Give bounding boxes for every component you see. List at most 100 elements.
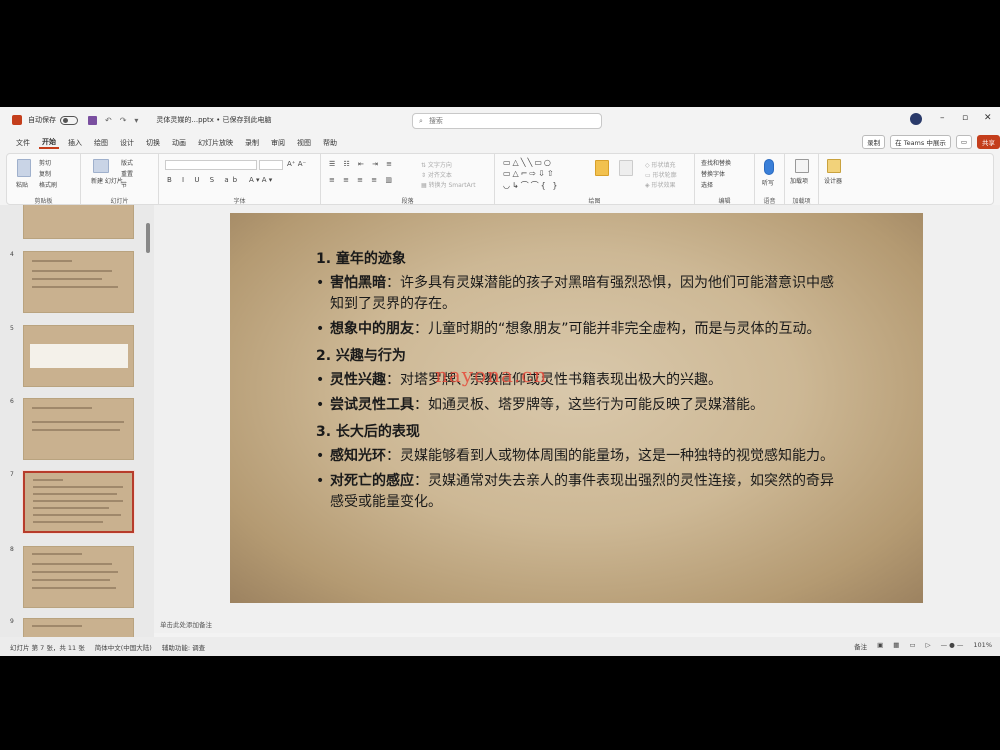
slide-thumbnail[interactable] <box>23 325 134 387</box>
avatar[interactable] <box>910 113 922 125</box>
font-name-dropdown[interactable] <box>165 160 257 170</box>
arrange-icon[interactable] <box>595 160 609 176</box>
designer-icon[interactable] <box>827 159 841 173</box>
bullet-item: 感知光环：灵媒能够看到人或物体周围的能量场，这是一种独特的视觉感知能力。 <box>316 446 836 467</box>
tab-file[interactable]: 文件 <box>13 138 33 148</box>
save-icon[interactable] <box>88 115 97 125</box>
thumbnails-scrollbar[interactable] <box>146 223 150 253</box>
record-button[interactable]: 录制 <box>862 135 886 149</box>
slide-text-box[interactable]: 1. 童年的迹象 害怕黑暗：许多具有灵媒潜能的孩子对黑暗有强烈恐惧，因为他们可能… <box>316 243 836 517</box>
current-slide[interactable]: 1. 童年的迹象 害怕黑暗：许多具有灵媒潜能的孩子对黑暗有强烈恐惧，因为他们可能… <box>230 213 923 603</box>
cut-button[interactable]: 剪切 <box>39 158 51 167</box>
search-box[interactable]: ⌕ 搜索 <box>412 113 602 129</box>
thumb-text-line <box>32 421 124 423</box>
text-direction-icon[interactable]: ⇅ 文字方向 <box>421 160 452 169</box>
zoom-slider[interactable]: — ● — <box>941 641 964 651</box>
slide-edit-area: 1. 童年的迹象 害怕黑暗：许多具有灵媒潜能的孩子对黑暗有强烈恐惧，因为他们可能… <box>154 205 1000 625</box>
tab-slideshow[interactable]: 幻灯片放映 <box>195 138 236 148</box>
reset-button[interactable]: 重置 <box>121 169 133 178</box>
font-color-icon[interactable]: A ▾ A ▾ <box>249 176 272 184</box>
slide-thumbnail[interactable] <box>23 205 134 239</box>
microphone-icon[interactable] <box>764 159 774 175</box>
smartart-icon[interactable]: ▦ 转换为 SmartArt <box>421 180 476 189</box>
notes-toggle-button[interactable]: 备注 <box>854 641 867 651</box>
slide-thumbnail-selected[interactable] <box>22 470 135 534</box>
voice-group: 听写 语音 <box>755 154 785 206</box>
customize-qat-icon[interactable]: ▾ <box>134 116 138 125</box>
teams-present-button[interactable]: 在 Teams 中展示 <box>890 135 951 149</box>
autosave-toggle[interactable] <box>60 115 78 125</box>
layout-button[interactable]: 版式 <box>121 158 133 167</box>
font-format-icons[interactable]: B I U S ab <box>167 176 241 184</box>
new-slide-icon[interactable] <box>93 159 109 173</box>
minimize-icon[interactable]: – <box>940 113 945 123</box>
align-text-icon[interactable]: ⇕ 对齐文本 <box>421 170 452 179</box>
select-button[interactable]: 选择 <box>701 180 713 189</box>
slide-thumbnail[interactable] <box>23 398 134 460</box>
notes-pane[interactable]: 单击此处添加备注 <box>154 617 1000 633</box>
maximize-icon[interactable]: ▫ <box>962 113 968 123</box>
thumb-text-line <box>32 579 110 581</box>
dictate-label: 听写 <box>762 180 775 187</box>
comments-icon[interactable]: ▭ <box>955 135 972 149</box>
tab-insert[interactable]: 插入 <box>65 138 85 148</box>
align-icons[interactable]: ≡ ≡ ≡ ≡ ▥ <box>329 176 395 184</box>
close-icon[interactable]: ✕ <box>984 113 992 123</box>
powerpoint-logo-icon <box>12 115 22 125</box>
thumb-text-line <box>32 553 82 555</box>
slide-thumbnail[interactable] <box>23 546 134 608</box>
tab-home[interactable]: 开始 <box>39 137 59 149</box>
zoom-level[interactable]: 101% <box>973 641 992 651</box>
replace-font-button[interactable]: 替换字体 <box>701 169 725 178</box>
tab-review[interactable]: 审阅 <box>268 138 288 148</box>
tab-transitions[interactable]: 切换 <box>143 138 163 148</box>
editor-scrollbar[interactable] <box>992 205 1000 625</box>
font-group-label: 字体 <box>233 198 246 205</box>
list-icons[interactable]: ☰ ☷ ⇤ ⇥ ≡ <box>329 160 395 168</box>
quick-styles-icon[interactable] <box>619 160 633 176</box>
slide-thumbnail[interactable] <box>23 618 134 637</box>
addins-icon[interactable] <box>795 159 809 173</box>
tab-animations[interactable]: 动画 <box>169 138 189 148</box>
document-title[interactable]: 灵体灵媒的...pptx • 已保存到此电脑 <box>156 115 271 125</box>
paste-icon[interactable] <box>17 159 31 177</box>
shapes-row2-icon[interactable]: ▭△⌐⇨⇩⇧ <box>503 169 556 178</box>
normal-view-icon[interactable]: ▣ <box>877 641 883 651</box>
tab-record[interactable]: 录制 <box>242 138 262 148</box>
shape-fill-icon[interactable]: ◇ 形状填充 <box>645 160 676 169</box>
grow-font-icon[interactable]: A⁺ A⁻ <box>287 160 306 168</box>
language-status[interactable]: 简体中文(中国大陆) <box>95 642 152 652</box>
bullet-text: ：许多具有灵媒潜能的孩子对黑暗有强烈恐惧，因为他们可能潜意识中感知到了灵界的存在… <box>330 275 834 312</box>
shapes-gallery-icon[interactable]: ▭△╲╲▭○ <box>503 158 553 167</box>
slide-thumbnail[interactable] <box>23 251 134 313</box>
copy-button[interactable]: 复制 <box>39 169 51 178</box>
ribbon-tabs: 文件 开始 插入 绘图 设计 切换 动画 幻灯片放映 录制 审阅 视图 帮助 录… <box>0 133 1000 153</box>
tab-draw[interactable]: 绘图 <box>91 138 111 148</box>
slideshow-view-icon[interactable]: ▷ <box>926 641 931 651</box>
shapes-row3-icon[interactable]: ◡↳⌒⌒{ } <box>503 180 559 191</box>
tab-help[interactable]: 帮助 <box>320 138 340 148</box>
bullet-text: ：灵媒能够看到人或物体周围的能量场，这是一种独特的视觉感知能力。 <box>386 448 834 464</box>
shape-outline-icon[interactable]: ▭ 形状轮廓 <box>645 170 677 179</box>
bullet-item: 灵性兴趣：对塔罗牌、宗教信仰或灵性书籍表现出极大的兴趣。 <box>316 370 836 391</box>
shape-effects-icon[interactable]: ◈ 形状效果 <box>645 180 676 189</box>
bullet-item: 对死亡的感应：灵媒通常对失去亲人的事件表现出强烈的灵性连接，如突然的奇异感受或能… <box>316 471 836 513</box>
slide-number: 6 <box>10 398 14 405</box>
section-button[interactable]: 节 <box>121 180 127 189</box>
slides-group: 新建 幻灯片 版式 重置 节 幻灯片 <box>81 154 159 206</box>
clipboard-group-label: 剪贴板 <box>34 198 53 205</box>
thumb-text-line <box>33 493 117 495</box>
reading-view-icon[interactable]: ▭ <box>909 641 915 651</box>
redo-icon[interactable]: ↷ <box>120 116 127 125</box>
undo-icon[interactable]: ↶ <box>105 116 112 125</box>
format-painter-button[interactable]: 格式刷 <box>39 180 57 189</box>
sorter-view-icon[interactable]: ▦ <box>893 641 899 651</box>
share-button[interactable]: 共享 <box>977 135 1000 149</box>
thumb-text-line <box>32 407 92 409</box>
tab-design[interactable]: 设计 <box>117 138 137 148</box>
font-size-dropdown[interactable] <box>259 160 283 170</box>
slide-number: 7 <box>10 471 14 478</box>
tab-view[interactable]: 视图 <box>294 138 314 148</box>
find-replace-button[interactable]: 查找和替换 <box>701 158 731 167</box>
accessibility-status[interactable]: 辅助功能: 调查 <box>162 642 205 652</box>
